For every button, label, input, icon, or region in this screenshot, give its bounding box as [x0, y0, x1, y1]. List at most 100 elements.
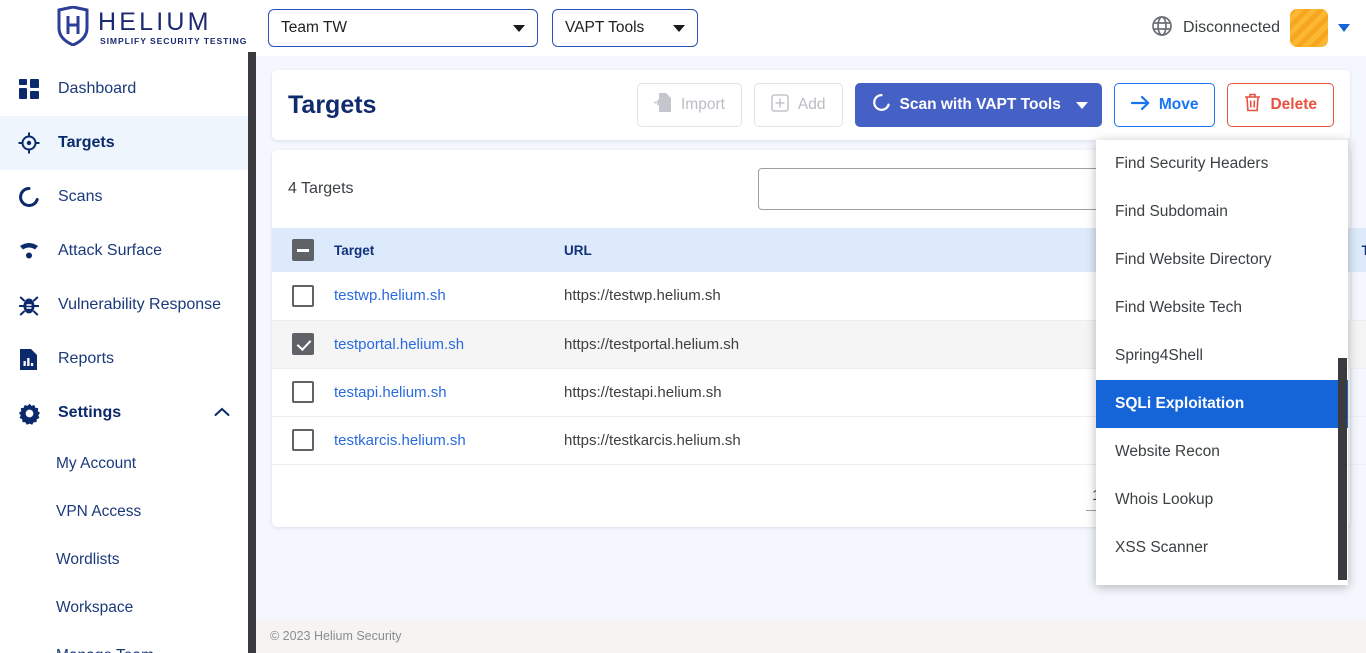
row-url-cell: https://testkarcis.helium.sh: [564, 416, 964, 465]
menu-item-spring4shell[interactable]: Spring4Shell: [1096, 332, 1348, 380]
menu-item-find-website-directory[interactable]: Find Website Directory: [1096, 236, 1348, 284]
scan-spinner-icon: [872, 93, 891, 117]
top-bar-right: Disconnected: [1151, 9, 1350, 47]
team-select[interactable]: Team TW: [268, 9, 538, 47]
sidebar-item-label: Targets: [58, 134, 115, 151]
sidebar: HELIUM SIMPLIFY SECURITY TESTING Dashboa…: [0, 0, 256, 653]
page-header-card: Targets Import Add Scan with VAPT Tools …: [272, 70, 1350, 140]
chevron-down-icon: [1075, 101, 1088, 109]
row-checkbox[interactable]: [292, 284, 314, 307]
target-link[interactable]: testapi.helium.sh: [334, 384, 447, 401]
row-checkbox[interactable]: [292, 381, 314, 403]
signal-wifi-icon: [14, 242, 44, 260]
delete-button[interactable]: Delete: [1227, 83, 1334, 127]
main-area: Team TW VAPT Tools Disconnected Targets …: [256, 0, 1366, 653]
target-link[interactable]: testportal.helium.sh: [334, 336, 464, 353]
add-button[interactable]: Add: [753, 83, 843, 127]
sidebar-item-label: Vulnerability Response: [58, 296, 222, 313]
sidebar-subitem-vpn-access[interactable]: VPN Access: [0, 488, 256, 536]
sidebar-item-label: Settings: [58, 404, 122, 421]
menu-item-xss-scanner[interactable]: XSS Scanner: [1096, 524, 1348, 572]
sidebar-item-vulnerability-response[interactable]: Vulnerability Response: [0, 278, 256, 332]
shield-h-icon: [56, 4, 90, 51]
menu-item-find-subdomain[interactable]: Find Subdomain: [1096, 188, 1348, 236]
sidebar-subitem-my-account[interactable]: My Account: [0, 440, 256, 488]
menu-item-find-website-tech[interactable]: Find Website Tech: [1096, 284, 1348, 332]
row-url-cell: https://testportal.helium.sh: [564, 320, 964, 369]
chevron-down-icon[interactable]: [1338, 24, 1350, 32]
trash-icon: [1244, 93, 1261, 117]
row-target-cell: testportal.helium.sh: [334, 320, 564, 369]
sidebar-item-label: Attack Surface: [58, 242, 163, 259]
sidebar-subitem-label: Wordlists: [56, 551, 120, 568]
menu-item-whois-lookup[interactable]: Whois Lookup: [1096, 476, 1348, 524]
scan-with-vapt-tools-button[interactable]: Scan with VAPT Tools: [854, 83, 1102, 127]
sidebar-subitem-label: Workspace: [56, 599, 134, 616]
row-select-cell: [272, 368, 334, 417]
chevron-up-icon[interactable]: [214, 404, 230, 422]
brand-name: HELIUM: [98, 8, 212, 37]
gear-icon: [14, 402, 44, 425]
brand-tagline: SIMPLIFY SECURITY TESTING: [100, 36, 248, 47]
sidebar-item-dashboard[interactable]: Dashboard: [0, 62, 256, 116]
row-select-cell: [272, 320, 334, 369]
top-bar: Team TW VAPT Tools Disconnected: [256, 0, 1366, 56]
sidebar-subitem-label: Manage Team: [56, 647, 154, 653]
app-root: HELIUM SIMPLIFY SECURITY TESTING Dashboa…: [0, 0, 1366, 653]
sidebar-item-attack-surface[interactable]: Attack Surface: [0, 224, 256, 278]
row-checkbox[interactable]: [292, 333, 314, 355]
report-document-icon: [14, 348, 44, 371]
sidebar-subitem-workspace[interactable]: Workspace: [0, 584, 256, 632]
team-select-value: Team TW: [281, 19, 348, 36]
bug-icon: [14, 294, 44, 316]
delete-button-label: Delete: [1270, 96, 1317, 113]
sidebar-subitem-wordlists[interactable]: Wordlists: [0, 536, 256, 584]
plus-box-icon: [771, 93, 789, 117]
footer: © 2023 Helium Security: [256, 619, 1366, 653]
move-button-label: Move: [1158, 96, 1199, 113]
menu-scrollbar[interactable]: [1338, 358, 1347, 580]
add-button-label: Add: [797, 96, 826, 113]
sidebar-item-settings[interactable]: Settings: [0, 386, 256, 440]
target-link[interactable]: testwp.helium.sh: [334, 287, 446, 304]
column-header-target[interactable]: Target: [334, 228, 564, 272]
footer-copyright: © 2023 Helium Security: [270, 629, 402, 643]
sidebar-nav: Dashboard Targets Scans Attack Surface V…: [0, 56, 256, 653]
row-checkbox[interactable]: [292, 429, 314, 451]
vapt-tools-select-value: VAPT Tools: [565, 19, 645, 36]
targets-count-label: 4 Targets: [288, 180, 354, 197]
move-button[interactable]: Move: [1113, 83, 1216, 127]
arrow-right-icon: [1130, 95, 1150, 116]
target-link[interactable]: testkarcis.helium.sh: [334, 432, 466, 449]
import-button[interactable]: Import: [636, 83, 742, 127]
menu-item-website-recon[interactable]: Website Recon: [1096, 428, 1348, 476]
globe-icon: [1151, 15, 1173, 42]
vapt-tools-dropdown-menu: Find Security Headers Find Subdomain Fin…: [1096, 140, 1348, 585]
row-target-cell: testwp.helium.sh: [334, 272, 564, 321]
menu-item-find-security-headers[interactable]: Find Security Headers: [1096, 140, 1348, 188]
target-crosshair-icon: [14, 132, 44, 154]
row-target-cell: testkarcis.helium.sh: [334, 416, 564, 465]
avatar[interactable]: [1290, 9, 1328, 47]
column-header-url[interactable]: URL: [564, 228, 964, 272]
vapt-tools-select[interactable]: VAPT Tools: [552, 9, 698, 47]
select-all-header: [272, 228, 334, 272]
row-target-cell: testapi.helium.sh: [334, 368, 564, 417]
sidebar-scrollbar[interactable]: [248, 52, 256, 653]
sidebar-subitem-manage-team[interactable]: Manage Team: [0, 632, 256, 653]
select-all-checkbox[interactable]: [292, 239, 314, 261]
import-button-label: Import: [680, 96, 725, 113]
sidebar-item-label: Reports: [58, 350, 115, 367]
sidebar-item-label: Scans: [58, 188, 103, 205]
page-actions: Import Add Scan with VAPT Tools Move Del…: [636, 83, 1334, 127]
row-url-cell: https://testapi.helium.sh: [564, 368, 964, 417]
scan-button-label: Scan with VAPT Tools: [899, 96, 1061, 113]
sidebar-item-label: Dashboard: [58, 80, 137, 97]
page-title: Targets: [288, 90, 377, 119]
sidebar-item-reports[interactable]: Reports: [0, 332, 256, 386]
sidebar-item-scans[interactable]: Scans: [0, 170, 256, 224]
sidebar-item-targets[interactable]: Targets: [0, 116, 256, 170]
brand-logo[interactable]: HELIUM SIMPLIFY SECURITY TESTING: [0, 0, 256, 56]
menu-item-sqli-exploitation[interactable]: SQLi Exploitation: [1096, 380, 1348, 428]
sidebar-subitem-label: My Account: [56, 455, 137, 472]
